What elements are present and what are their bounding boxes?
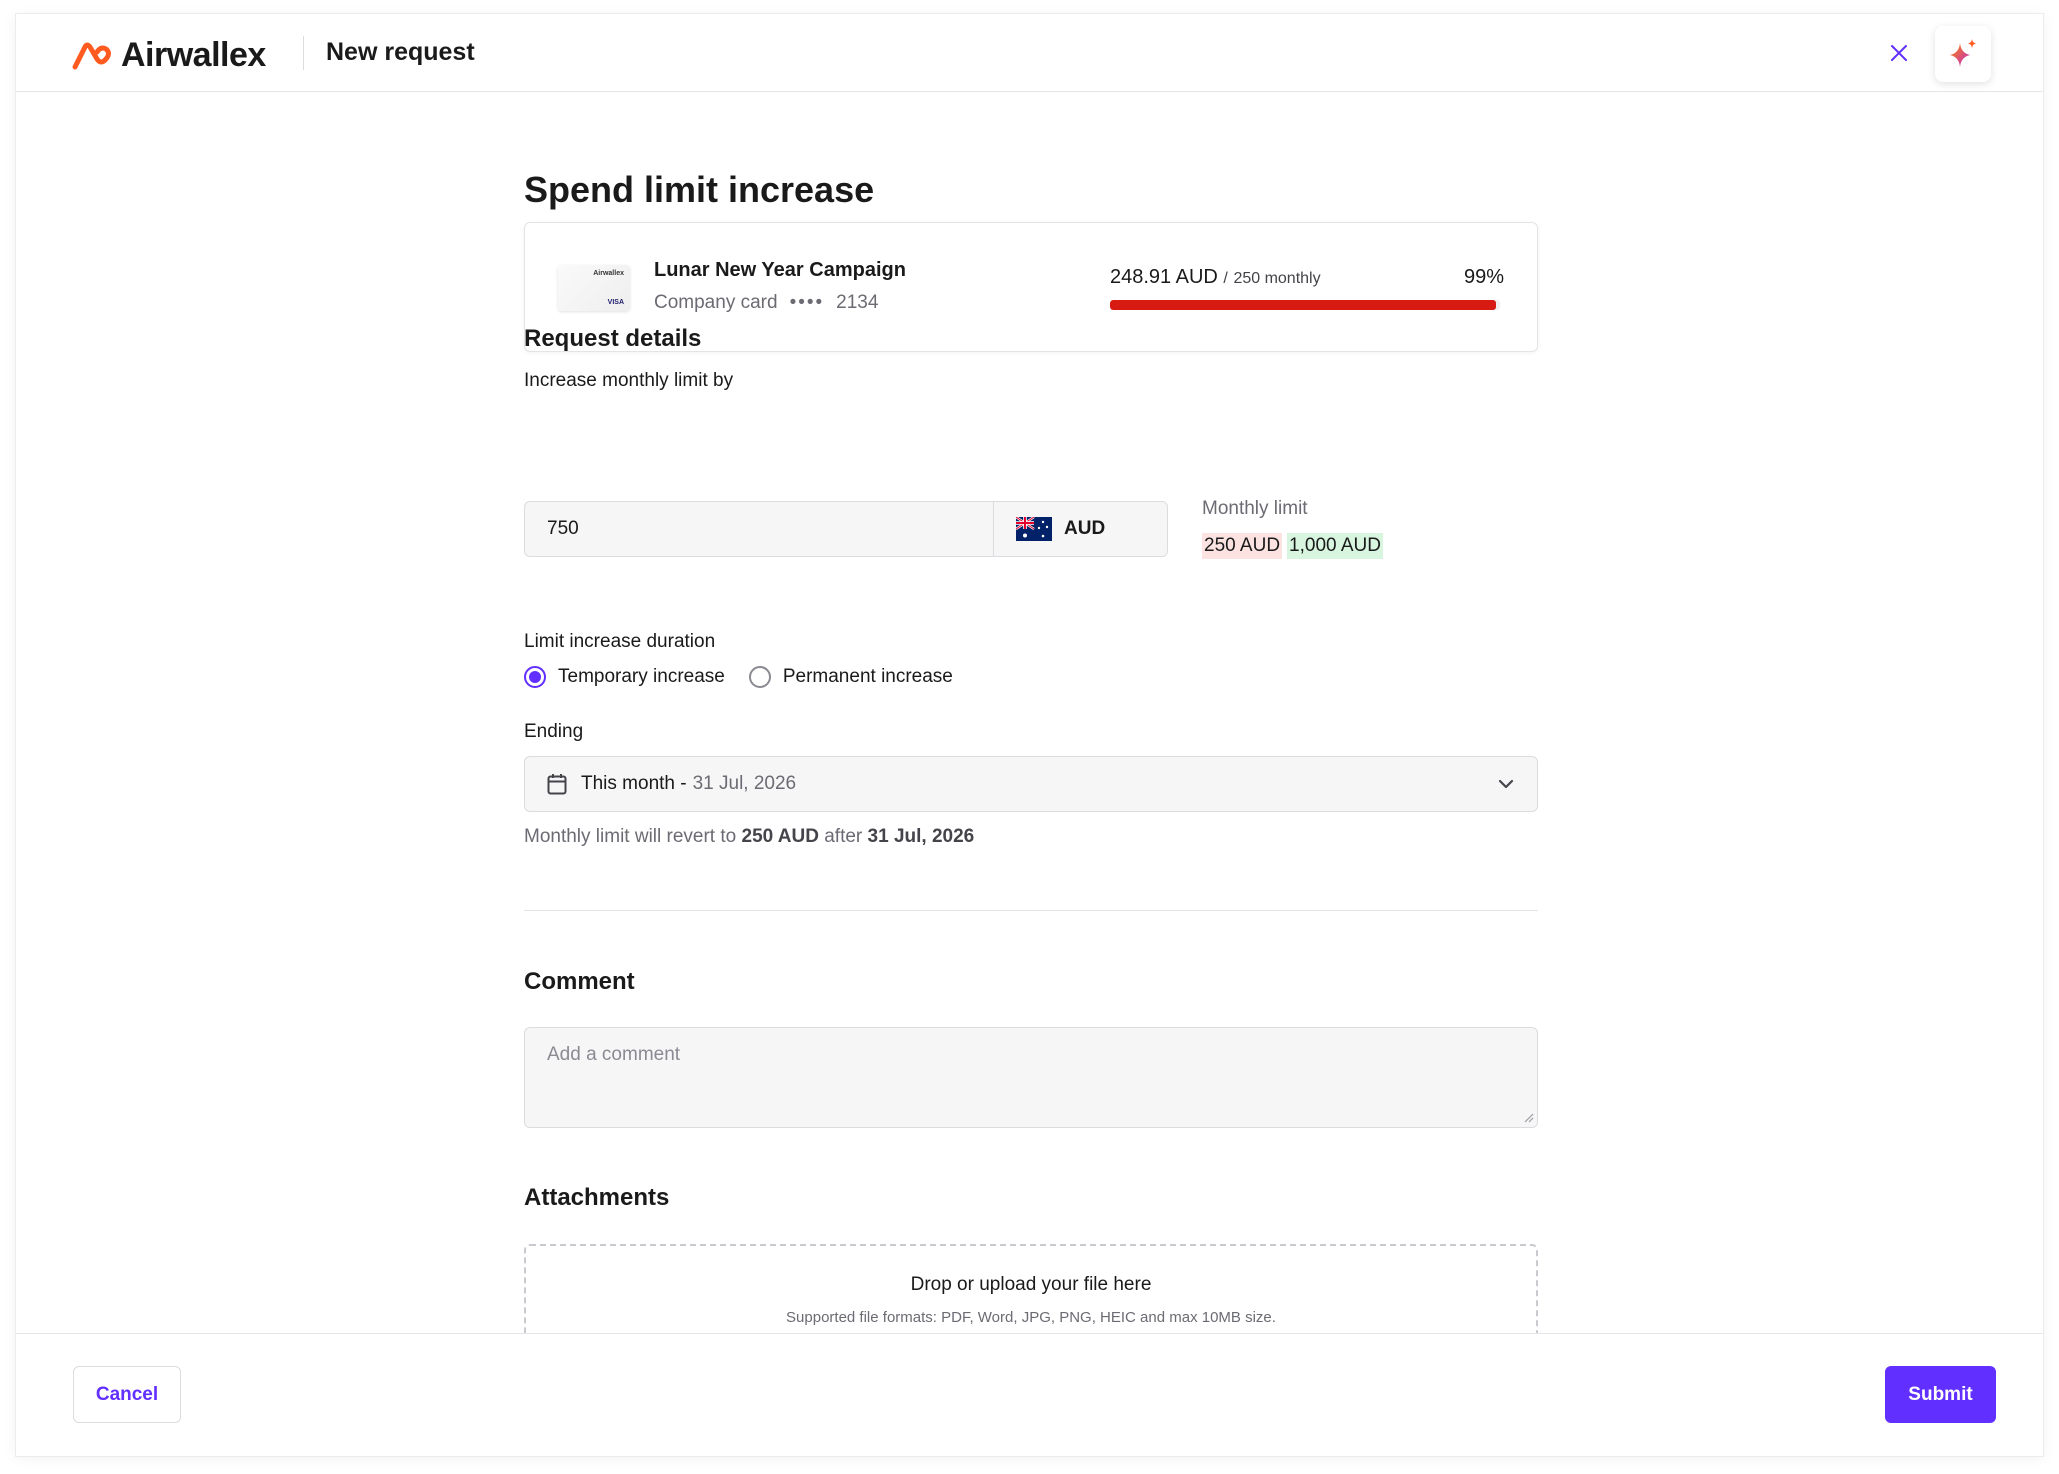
card-type: Company card	[654, 292, 778, 313]
spend-separator: /	[1223, 270, 1228, 287]
resize-handle-icon[interactable]	[1524, 1113, 1534, 1123]
duration-options: Temporary increase Permanent increase	[524, 666, 953, 688]
radio-permanent-increase[interactable]: Permanent increase	[748, 666, 953, 688]
card-last4: 2134	[836, 292, 879, 313]
card-details: Company card •••• 2134	[654, 292, 878, 314]
header-divider	[303, 36, 304, 70]
attachments-title: Attachments	[524, 1184, 670, 1211]
ai-assistant-button[interactable]	[1935, 26, 1991, 82]
ending-date: 31 Jul, 2026	[692, 773, 797, 794]
increase-amount-input[interactable]	[524, 501, 994, 557]
radio-label: Permanent increase	[782, 666, 953, 687]
card-mask: ••••	[789, 292, 825, 313]
visa-logo: VISA	[607, 299, 624, 306]
currency-code: AUD	[1064, 518, 1106, 539]
ending-label: Ending	[524, 721, 584, 742]
sparkle-icon	[1950, 39, 1976, 67]
comment-input[interactable]	[524, 1027, 1538, 1128]
submit-button[interactable]: Submit	[1885, 1366, 1996, 1423]
old-limit-value: 250 AUD	[1202, 533, 1283, 559]
spend-progress-fill	[1110, 300, 1497, 310]
monthly-limit-change: 250 AUD 1,000 AUD	[1202, 533, 1383, 559]
radio-button-checked[interactable]	[524, 666, 546, 688]
cancel-button[interactable]: Cancel	[73, 1366, 181, 1423]
spent-value: 248.91 AUD	[1110, 266, 1218, 288]
spend-limit-text: 250 monthly	[1233, 270, 1321, 287]
currency-select[interactable]: AUD	[993, 501, 1168, 557]
revert-date: 31 Jul, 2026	[867, 826, 975, 847]
revert-note: Monthly limit will revert to 250 AUD aft…	[524, 826, 974, 848]
modal-footer: Cancel Submit	[16, 1333, 2043, 1456]
dropzone-title: Drop or upload your file here	[910, 1274, 1152, 1295]
brand-name: Airwallex	[121, 36, 266, 74]
modal-header: Airwallex New request	[16, 14, 2043, 92]
card-name: Lunar New Year Campaign	[654, 259, 906, 281]
radio-button[interactable]	[748, 666, 771, 688]
spend-amount: 248.91 AUD / 250 monthly	[1110, 266, 1321, 289]
request-modal: Airwallex New request Spend limit increa…	[16, 14, 2043, 1456]
airwallex-logo: Airwallex	[71, 36, 266, 75]
revert-prefix: Monthly limit will revert to	[524, 826, 737, 847]
airwallex-logo-icon	[72, 42, 111, 69]
page-header-title: New request	[326, 38, 475, 66]
new-limit-value: 1,000 AUD	[1287, 533, 1383, 559]
section-divider	[524, 910, 1538, 911]
request-details-title: Request details	[524, 325, 702, 352]
dropzone-formats: Supported file formats: PDF, Word, JPG, …	[786, 1309, 1276, 1326]
radio-label: Temporary increase	[558, 666, 725, 687]
increase-limit-label: Increase monthly limit by	[524, 370, 734, 391]
page-title: Spend limit increase	[524, 169, 875, 210]
comment-title: Comment	[524, 968, 635, 995]
revert-mid: after	[824, 826, 863, 847]
card-thumbnail: Airwallex VISA	[558, 265, 630, 311]
file-dropzone[interactable]: Drop or upload your file here Supported …	[524, 1244, 1538, 1333]
ending-value: This month -	[581, 773, 687, 794]
australia-flag-icon	[1016, 517, 1052, 541]
duration-label: Limit increase duration	[524, 631, 716, 652]
radio-temporary-increase[interactable]: Temporary increase	[524, 666, 725, 688]
close-icon	[1891, 45, 1907, 61]
calendar-icon	[547, 774, 567, 795]
monthly-limit-label: Monthly limit	[1202, 498, 1308, 519]
spend-progress-bar	[1110, 300, 1500, 310]
card-brand-mark: Airwallex	[593, 270, 624, 277]
modal-body: Spend limit increase Airwallex VISA Luna…	[16, 93, 2043, 1333]
spend-percent: 99%	[1463, 266, 1504, 288]
revert-amount: 250 AUD	[741, 826, 819, 847]
chevron-down-icon	[1498, 779, 1514, 789]
close-button[interactable]	[1882, 36, 1916, 70]
ending-date-select[interactable]: This month - 31 Jul, 2026	[524, 756, 1538, 812]
